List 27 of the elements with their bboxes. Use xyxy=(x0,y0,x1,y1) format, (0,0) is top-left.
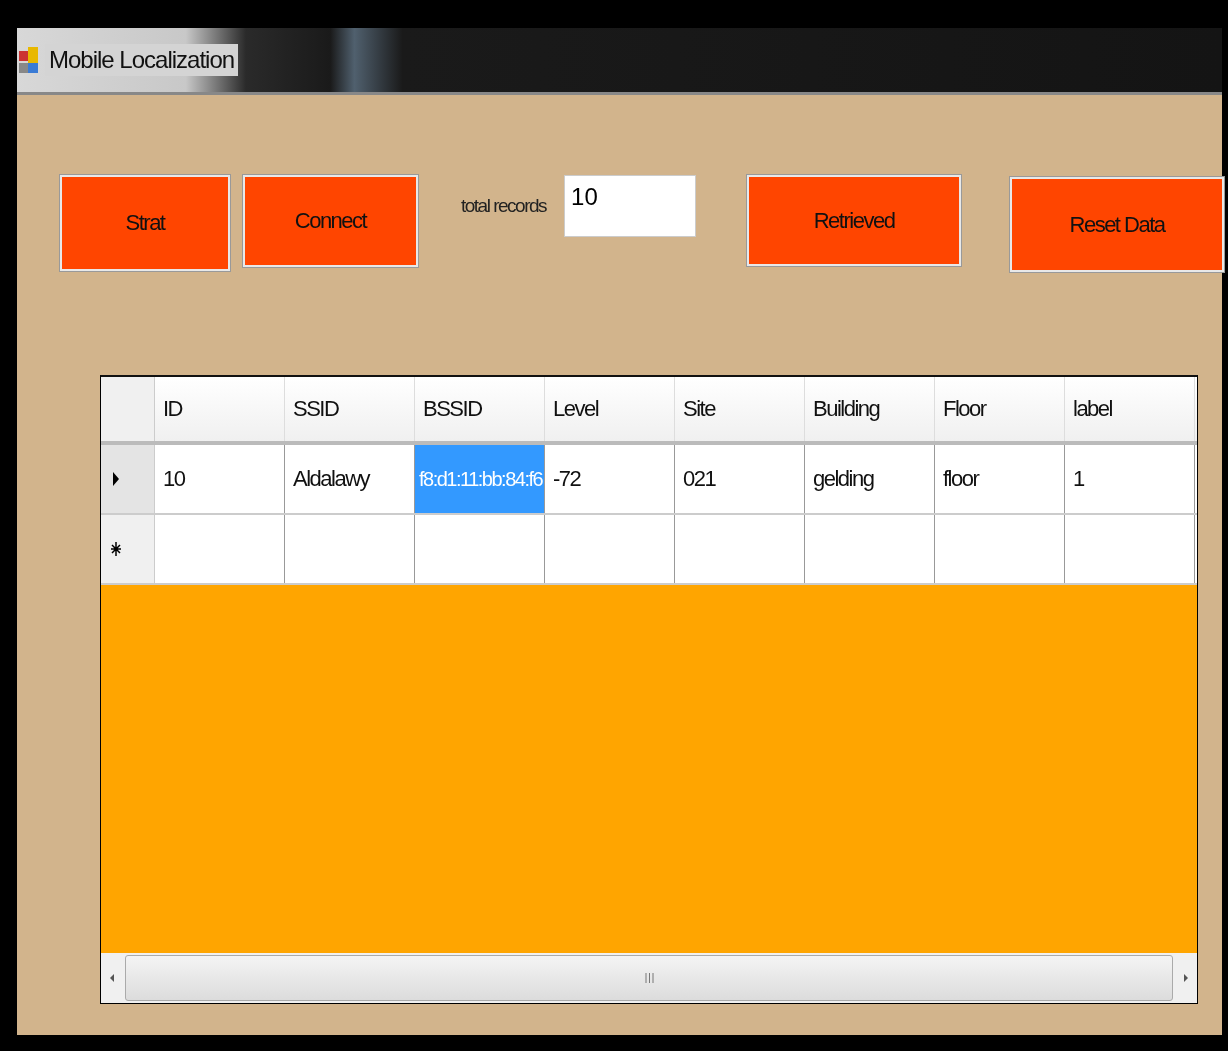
table-cell[interactable]: 021 xyxy=(675,445,805,513)
action-button[interactable]: Retrieved xyxy=(747,175,962,266)
column-header[interactable]: Floor xyxy=(935,377,1065,441)
column-header[interactable]: ID xyxy=(155,377,285,441)
column-header[interactable]: BSSID xyxy=(415,377,545,441)
column-header[interactable]: Building xyxy=(805,377,935,441)
table-cell[interactable]: floor xyxy=(935,445,1065,513)
table-cell[interactable]: gelding xyxy=(805,445,935,513)
field-label: total records xyxy=(461,195,547,217)
table-cell[interactable]: 1 xyxy=(1065,445,1195,513)
table-cell[interactable]: 10 xyxy=(155,445,285,513)
table-cell[interactable]: -72 xyxy=(545,445,675,513)
scroll-right-icon[interactable] xyxy=(1183,973,1189,983)
action-button[interactable]: Strat xyxy=(60,175,230,271)
row-pointer-icon xyxy=(111,471,121,487)
row-header[interactable] xyxy=(101,445,155,513)
asterisk-icon xyxy=(111,541,121,557)
action-button[interactable]: Reset Data xyxy=(1010,177,1225,272)
action-button[interactable]: Connect xyxy=(243,175,418,267)
total-records-field[interactable]: 10 xyxy=(564,175,697,237)
grip-icon xyxy=(644,972,654,984)
row-header[interactable] xyxy=(101,515,155,583)
column-header[interactable]: label xyxy=(1065,377,1195,441)
scroll-left-icon[interactable] xyxy=(109,973,115,983)
column-header[interactable]: Level xyxy=(545,377,675,441)
column-header[interactable]: SSID xyxy=(285,377,415,441)
column-header[interactable]: Site xyxy=(675,377,805,441)
